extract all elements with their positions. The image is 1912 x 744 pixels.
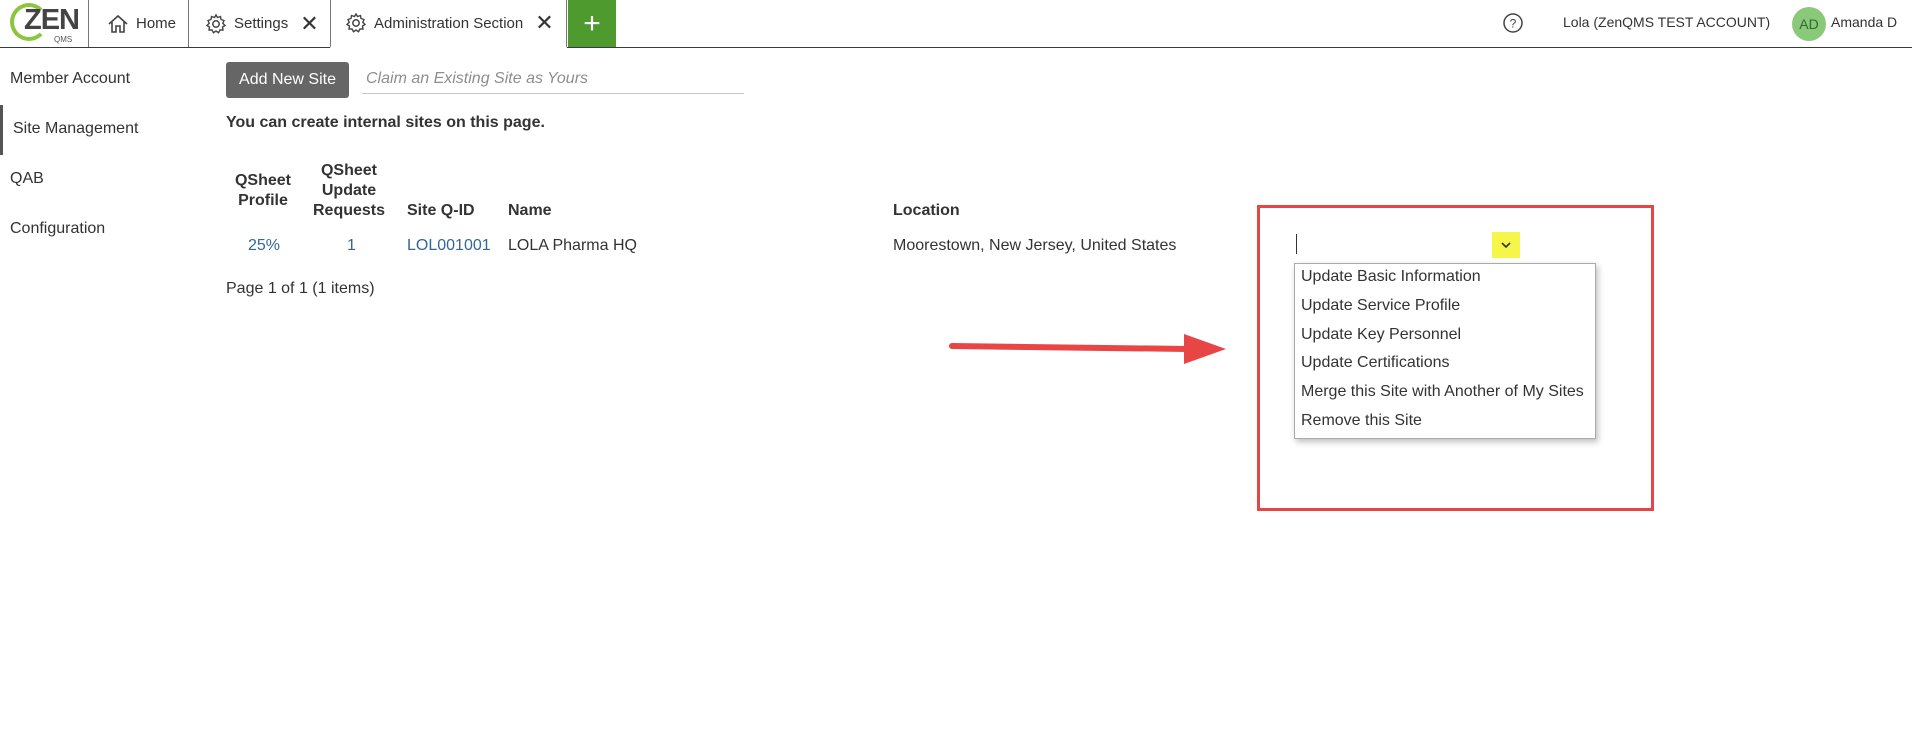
qsheet-profile-link[interactable]: 25% [248,237,280,255]
zenqms-logo[interactable]: ZEN QMS [4,0,88,47]
tab-settings[interactable]: Settings ✕ [188,0,330,47]
logo-subtext: QMS [54,35,73,44]
gear-icon [345,12,367,33]
sidebar-item-member-account[interactable]: Member Account [10,70,130,88]
annotation-highlight-box [1257,205,1654,511]
help-button[interactable]: ? [1502,12,1524,39]
annotation-arrow [949,334,1226,364]
header-name[interactable]: Name [508,201,552,221]
avatar-initials: AD [1799,16,1819,32]
pager-info: Page 1 of 1 (1 items) [226,280,375,297]
tab-administration-section[interactable]: Administration Section ✕ [330,0,567,48]
site-name: LOLA Pharma HQ [508,237,637,254]
header-qsheet-update-requests[interactable]: QSheet Update Requests [308,161,390,221]
sidebar-item-label: Site Management [13,120,139,137]
header-line: Update [321,182,377,199]
site-location: Moorestown, New Jersey, United States [893,237,1177,254]
user-name[interactable]: Amanda D [1831,14,1897,30]
update-requests-link[interactable]: 1 [347,237,356,255]
tab-home[interactable]: Home [88,0,188,47]
site-qid-link[interactable]: LOL001001 [407,237,491,255]
header-qsheet-profile[interactable]: QSheet Profile [226,171,300,211]
header-line: QSheet [320,162,377,179]
header-site-qid[interactable]: Site Q-ID [407,201,475,221]
tab-administration-label: Administration Section [374,14,524,32]
info-text: You can create internal sites on this pa… [226,114,545,131]
gear-icon [205,13,227,34]
help-icon: ? [1503,13,1523,33]
logo-text: ZEN [24,4,80,36]
header-line: QSheet [234,172,291,189]
tab-home-label: Home [136,15,177,32]
plus-icon: + [583,6,601,40]
add-tab-button[interactable]: + [568,0,616,47]
tab-settings-label: Settings [234,15,289,32]
home-icon [108,14,128,33]
add-new-site-button[interactable]: Add New Site [226,62,349,98]
claim-site-input[interactable] [362,64,744,94]
top-bar: ZEN QMS Home Settings ✕ Administration S… [0,0,1912,48]
sidebar-item-qab[interactable]: QAB [10,170,44,188]
header-line: Profile [238,192,288,209]
header-location[interactable]: Location [893,201,960,221]
sidebar-item-configuration[interactable]: Configuration [10,220,105,238]
header-line: Requests [312,202,386,219]
sidebar-item-site-management[interactable]: Site Management [0,105,138,155]
account-name[interactable]: Lola (ZenQMS TEST ACCOUNT) [1563,14,1770,30]
close-icon[interactable]: ✕ [535,12,553,34]
svg-text:?: ? [1510,17,1517,31]
close-icon[interactable]: ✕ [300,12,318,35]
avatar[interactable]: AD [1792,7,1826,41]
